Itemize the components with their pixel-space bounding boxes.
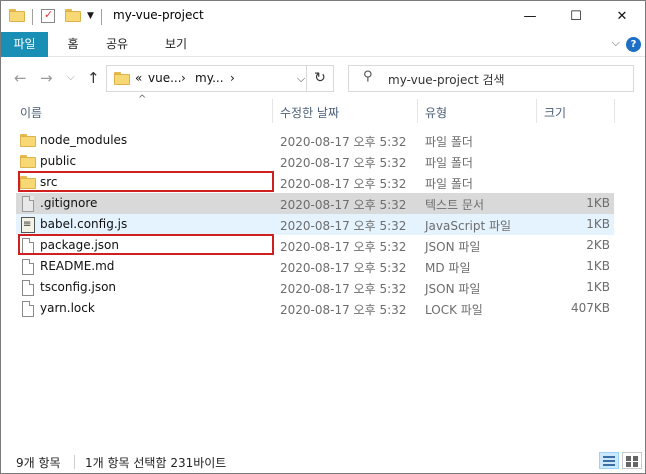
list-item[interactable]: node_modules 2020-08-17 오후 5:32 파일 폴더 bbox=[16, 130, 614, 151]
file-size: 2KB bbox=[586, 238, 610, 252]
folder-icon bbox=[20, 154, 36, 170]
details-view-button[interactable] bbox=[599, 452, 619, 469]
divider bbox=[32, 9, 33, 25]
breadcrumb-separator[interactable]: › bbox=[181, 71, 186, 85]
file-size: 1KB bbox=[586, 259, 610, 273]
file-type: 파일 폴더 bbox=[425, 177, 473, 191]
file-type: JavaScript 파일 bbox=[425, 219, 512, 233]
column-divider[interactable] bbox=[272, 99, 273, 123]
list-item[interactable]: README.md 2020-08-17 오후 5:32 MD 파일 1KB bbox=[16, 256, 614, 277]
file-size: 1KB bbox=[586, 280, 610, 294]
file-icon bbox=[20, 301, 36, 317]
back-button[interactable]: ← bbox=[14, 68, 27, 88]
file-name: yarn.lock bbox=[40, 301, 95, 315]
file-name: node_modules bbox=[40, 133, 128, 147]
status-bar: 9개 항목 1개 항목 선택함 231바이트 bbox=[1, 449, 645, 473]
recent-locations-button[interactable]: ⌵ bbox=[67, 68, 75, 88]
help-icon[interactable]: ? bbox=[626, 37, 641, 52]
refresh-button[interactable]: ↻ bbox=[306, 66, 333, 91]
item-count: 9개 항목 bbox=[16, 456, 61, 470]
navigation-bar: ← → ⌵ ↑ « vue... › my... › ⌵ ↻ ⚲ my-vue-… bbox=[1, 57, 645, 99]
file-icon bbox=[20, 280, 36, 296]
breadcrumb-vue[interactable]: vue... bbox=[148, 71, 182, 85]
column-header-date[interactable]: 수정한 날짜 bbox=[280, 104, 339, 121]
list-item-selected[interactable]: .gitignore 2020-08-17 오후 5:32 텍스트 문서 1KB bbox=[16, 193, 614, 214]
file-date: 2020-08-17 오후 5:32 bbox=[280, 219, 407, 233]
refresh-container: ↻ bbox=[306, 65, 334, 92]
file-name: .gitignore bbox=[40, 196, 98, 210]
properties-icon[interactable]: ✓ bbox=[41, 8, 55, 23]
list-item[interactable]: tsconfig.json 2020-08-17 오후 5:32 JSON 파일… bbox=[16, 277, 614, 298]
file-icon bbox=[20, 259, 36, 275]
large-icons-view-button[interactable] bbox=[622, 452, 642, 469]
forward-button[interactable]: → bbox=[40, 68, 53, 88]
divider bbox=[74, 455, 75, 469]
file-date: 2020-08-17 오후 5:32 bbox=[280, 135, 407, 149]
breadcrumb-my[interactable]: my... bbox=[195, 71, 224, 85]
folder-icon bbox=[114, 72, 130, 85]
maximize-button[interactable]: ☐ bbox=[553, 1, 599, 32]
file-name: README.md bbox=[40, 259, 115, 273]
file-date: 2020-08-17 오후 5:32 bbox=[280, 156, 407, 170]
column-header-size[interactable]: 크기 bbox=[544, 104, 566, 121]
file-date: 2020-08-17 오후 5:32 bbox=[280, 261, 407, 275]
sort-ascending-icon: ^ bbox=[138, 94, 147, 105]
js-file-icon: ≡ bbox=[20, 217, 36, 233]
column-divider[interactable] bbox=[536, 99, 537, 123]
file-date: 2020-08-17 오후 5:32 bbox=[280, 240, 407, 254]
breadcrumb-overflow[interactable]: « bbox=[135, 71, 142, 85]
highlight-box-package-json bbox=[18, 234, 274, 255]
text-file-icon bbox=[20, 196, 36, 212]
column-header-name[interactable]: 이름 bbox=[20, 104, 42, 121]
list-item[interactable]: public 2020-08-17 오후 5:32 파일 폴더 bbox=[16, 151, 614, 172]
file-type: LOCK 파일 bbox=[425, 303, 483, 317]
tab-file[interactable]: 파일 bbox=[1, 32, 48, 57]
folder-icon bbox=[20, 133, 36, 149]
file-type: JSON 파일 bbox=[425, 240, 481, 254]
column-headers: ^ 이름 수정한 날짜 유형 크기 bbox=[1, 94, 645, 123]
search-input[interactable]: ⚲ my-vue-project 검색 bbox=[348, 65, 634, 92]
divider bbox=[101, 9, 102, 25]
column-divider[interactable] bbox=[417, 99, 418, 123]
list-item[interactable]: yarn.lock 2020-08-17 오후 5:32 LOCK 파일 407… bbox=[16, 298, 614, 319]
file-date: 2020-08-17 오후 5:32 bbox=[280, 177, 407, 191]
ribbon-tabs: 파일 홈 공유 보기 ⌵ ? bbox=[1, 32, 645, 57]
window-title: my-vue-project bbox=[113, 8, 204, 22]
file-date: 2020-08-17 오후 5:32 bbox=[280, 282, 407, 296]
column-divider[interactable] bbox=[614, 99, 615, 123]
explorer-window: ✓ ▼ my-vue-project — ☐ ✕ 파일 홈 공유 보기 ⌵ ? … bbox=[0, 0, 646, 474]
file-name: tsconfig.json bbox=[40, 280, 117, 294]
tab-home[interactable]: 홈 bbox=[59, 32, 87, 57]
address-bar[interactable]: « vue... › my... › ⌵ bbox=[106, 65, 334, 92]
file-size: 407KB bbox=[570, 301, 610, 315]
file-name: babel.config.js bbox=[40, 217, 128, 231]
file-date: 2020-08-17 오후 5:32 bbox=[280, 303, 407, 317]
selection-info: 1개 항목 선택함 231바이트 bbox=[85, 456, 227, 470]
file-type: MD 파일 bbox=[425, 261, 471, 275]
file-name: public bbox=[40, 154, 77, 168]
file-size: 1KB bbox=[586, 196, 610, 210]
search-icon: ⚲ bbox=[363, 69, 373, 84]
list-item[interactable]: ≡ babel.config.js 2020-08-17 오후 5:32 Jav… bbox=[16, 214, 614, 235]
file-type: 텍스트 문서 bbox=[425, 198, 485, 212]
close-button[interactable]: ✕ bbox=[599, 1, 645, 32]
tab-view[interactable]: 보기 bbox=[161, 32, 191, 57]
minimize-button[interactable]: — bbox=[507, 1, 553, 32]
tab-share[interactable]: 공유 bbox=[102, 32, 132, 57]
title-bar: ✓ ▼ my-vue-project — ☐ ✕ bbox=[1, 1, 645, 32]
breadcrumb-separator[interactable]: › bbox=[230, 71, 235, 85]
expand-ribbon-icon[interactable]: ⌵ bbox=[612, 36, 620, 50]
up-button[interactable]: ↑ bbox=[87, 68, 100, 88]
highlight-box-src bbox=[18, 171, 274, 192]
file-type: JSON 파일 bbox=[425, 282, 481, 296]
search-placeholder: my-vue-project 검색 bbox=[388, 73, 505, 87]
file-type: 파일 폴더 bbox=[425, 156, 473, 170]
customize-toolbar-icon[interactable]: ▼ bbox=[87, 11, 94, 27]
file-date: 2020-08-17 오후 5:32 bbox=[280, 198, 407, 212]
file-type: 파일 폴더 bbox=[425, 135, 473, 149]
file-size: 1KB bbox=[586, 217, 610, 231]
column-header-type[interactable]: 유형 bbox=[425, 104, 447, 121]
